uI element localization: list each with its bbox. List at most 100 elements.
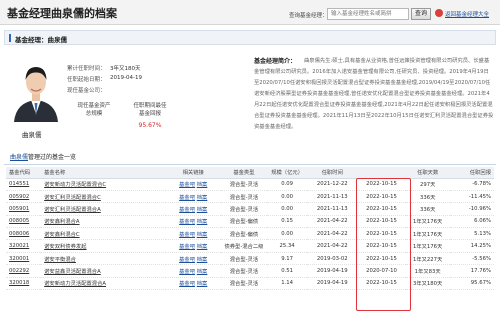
tenure-return: -6.78% [449, 178, 494, 191]
related-links: 基金吧 档案 [165, 202, 221, 216]
fund-code-link[interactable]: 008005 [6, 215, 41, 229]
related-links: 基金吧 档案 [165, 252, 221, 266]
search-button[interactable]: 查询 [411, 8, 431, 20]
fund-profile-link[interactable]: 档案 [197, 232, 208, 238]
tenure-days: 3年又180天 [405, 277, 450, 291]
fund-name-link[interactable]: 诺安新动力灵活配置混合A [40, 277, 166, 291]
tenure-start: 2019-03-02 [307, 252, 358, 266]
fund-code-link[interactable]: 005902 [6, 190, 41, 204]
tenure-start: 2019-04-19 [307, 264, 358, 278]
tenure-return: -11.45% [449, 190, 494, 204]
back-to-managers-link[interactable]: 返回基金经理大全 [445, 10, 489, 18]
fund-type: 混合型-偏债 [220, 227, 268, 241]
fund-name-link[interactable]: 诺安汇利灵活配置混合A [40, 202, 166, 216]
fund-type: 混合型-灵活 [220, 190, 268, 204]
company-label: 现任基金公司： [67, 88, 106, 94]
tenure-return: 14.25% [449, 239, 494, 253]
related-links: 基金吧 档案 [165, 264, 221, 278]
manager-name: 曲泉儒 [22, 131, 42, 139]
fund-type: 混合型-灵活 [220, 178, 268, 191]
total-assets-label: 现任基金资产 总规模 [77, 103, 111, 117]
col-links: 相关链接 [165, 167, 221, 179]
tenure-start: 2021-04-22 [307, 227, 358, 241]
fund-profile-link[interactable]: 档案 [197, 244, 208, 250]
fund-forum-link[interactable]: 基金吧 [179, 257, 195, 263]
related-links: 基金吧 档案 [165, 277, 221, 291]
col-type: 基金类型 [220, 167, 268, 179]
table-row: 005902 诺安汇利灵活配置混合C 基金吧 档案 混合型-灵活 0.00 2021-11… [6, 190, 494, 204]
fund-code-link[interactable]: 320021 [6, 239, 41, 253]
fund-size: 25.34 [267, 239, 308, 253]
fund-type: 混合型-灵活 [220, 264, 268, 278]
tenure-return: 5.13% [449, 227, 494, 241]
table-header-row: 基金代码 基金名称 相关链接 基金类型 规模（亿元） 任职时间 任职天数 任职回… [6, 167, 494, 179]
fund-code-link[interactable]: 005901 [6, 202, 41, 216]
manager-name-link[interactable]: 曲泉儒 [10, 154, 28, 161]
related-links: 基金吧 档案 [165, 178, 221, 191]
tenure-return: -10.96% [449, 202, 494, 216]
fund-forum-link[interactable]: 基金吧 [179, 182, 195, 188]
col-tenure-end [357, 167, 406, 179]
fund-size: 0.51 [267, 264, 308, 278]
search-input[interactable] [327, 8, 409, 20]
tenure-days: 336天 [405, 202, 450, 216]
fund-forum-link[interactable]: 基金吧 [179, 219, 195, 225]
section-marker [9, 34, 11, 42]
fund-code-link[interactable]: 014551 [6, 178, 41, 191]
tenure-days: 1年又227天 [405, 252, 450, 266]
tenure-days: 1年又176天 [405, 215, 450, 229]
fund-profile-link[interactable]: 档案 [197, 219, 208, 225]
related-links: 基金吧 档案 [165, 239, 221, 253]
fund-name-link[interactable]: 诺安鑫利混合A [40, 215, 166, 229]
best-return-value: 95.67% [138, 122, 162, 129]
col-code: 基金代码 [6, 167, 41, 179]
tenure-days: 336天 [405, 190, 450, 204]
fund-forum-link[interactable]: 基金吧 [179, 207, 195, 213]
fund-profile-link[interactable]: 档案 [197, 281, 208, 287]
fund-code-link[interactable]: 002292 [6, 264, 41, 278]
fund-code-link[interactable]: 320001 [6, 252, 41, 266]
fund-size: 0.15 [267, 215, 308, 229]
fund-code-link[interactable]: 320018 [6, 277, 41, 291]
fund-type: 混合型-灵活 [220, 277, 268, 291]
fund-forum-link[interactable]: 基金吧 [179, 195, 195, 201]
fund-name-link[interactable]: 诺安双利债券发起 [40, 239, 166, 253]
fund-name-link[interactable]: 诺安鑫利混合C [40, 227, 166, 241]
top-bar: 基金经理曲泉儒的档案 查询基金经理： 查询 返回基金经理大全 [0, 0, 500, 25]
fund-profile-link[interactable]: 档案 [197, 195, 208, 201]
fund-type: 债券型-混合二级 [220, 239, 268, 253]
fund-profile-link[interactable]: 档案 [197, 207, 208, 213]
fund-size: 0.00 [267, 202, 308, 216]
tenure-return: 17.76% [449, 264, 494, 278]
tenure-days: 1年又176天 [405, 239, 450, 253]
table-row: 320021 诺安双利债券发起 基金吧 档案 债券型-混合二级 25.34 2021-04… [6, 239, 494, 253]
fund-profile-link[interactable]: 档案 [197, 257, 208, 263]
col-size: 规模（亿元） [267, 167, 308, 179]
fund-forum-link[interactable]: 基金吧 [179, 269, 195, 275]
fund-profile-link[interactable]: 档案 [197, 269, 208, 275]
fund-forum-link[interactable]: 基金吧 [179, 244, 195, 250]
section-title: 基金经理：曲泉儒 [15, 36, 67, 44]
fund-size: 0.00 [267, 227, 308, 241]
fund-profile-link[interactable]: 档案 [197, 182, 208, 188]
best-return-label: 任职期间最佳 基金回报 [133, 103, 167, 117]
table-row: 008005 诺安鑫利混合A 基金吧 档案 混合型-偏债 0.15 2021-04-22 2… [6, 215, 494, 229]
start-date-label: 任职起始日期： [67, 77, 106, 83]
start-date-value: 2019-04-19 [110, 75, 142, 81]
fund-name-link[interactable]: 诺安汇利灵活配置混合C [40, 190, 166, 204]
related-links: 基金吧 档案 [165, 215, 221, 229]
fund-name-link[interactable]: 诺安益鑫灵活配置混合A [40, 264, 166, 278]
fund-code-link[interactable]: 008006 [6, 227, 41, 241]
fund-size: 0.00 [267, 190, 308, 204]
col-name: 基金名称 [40, 167, 166, 179]
bio-text: 曲泉儒先生:硕士,具有基金从业资格,曾任远策投资管理有限公司研究员、长盛基金管理… [254, 58, 494, 130]
fund-type: 混合型-灵活 [220, 252, 268, 266]
fund-name-link[interactable]: 诺安平衡混合 [40, 252, 166, 266]
fund-forum-link[interactable]: 基金吧 [179, 281, 195, 287]
fund-name-link[interactable]: 诺安新动力灵活配置混合C [40, 178, 166, 191]
fund-size: 0.09 [267, 178, 308, 191]
tenure-start: 2021-04-22 [307, 215, 358, 229]
tenure-label: 累计任职时间： [67, 66, 106, 72]
fund-forum-link[interactable]: 基金吧 [179, 232, 195, 238]
search-label: 查询基金经理： [289, 13, 328, 19]
